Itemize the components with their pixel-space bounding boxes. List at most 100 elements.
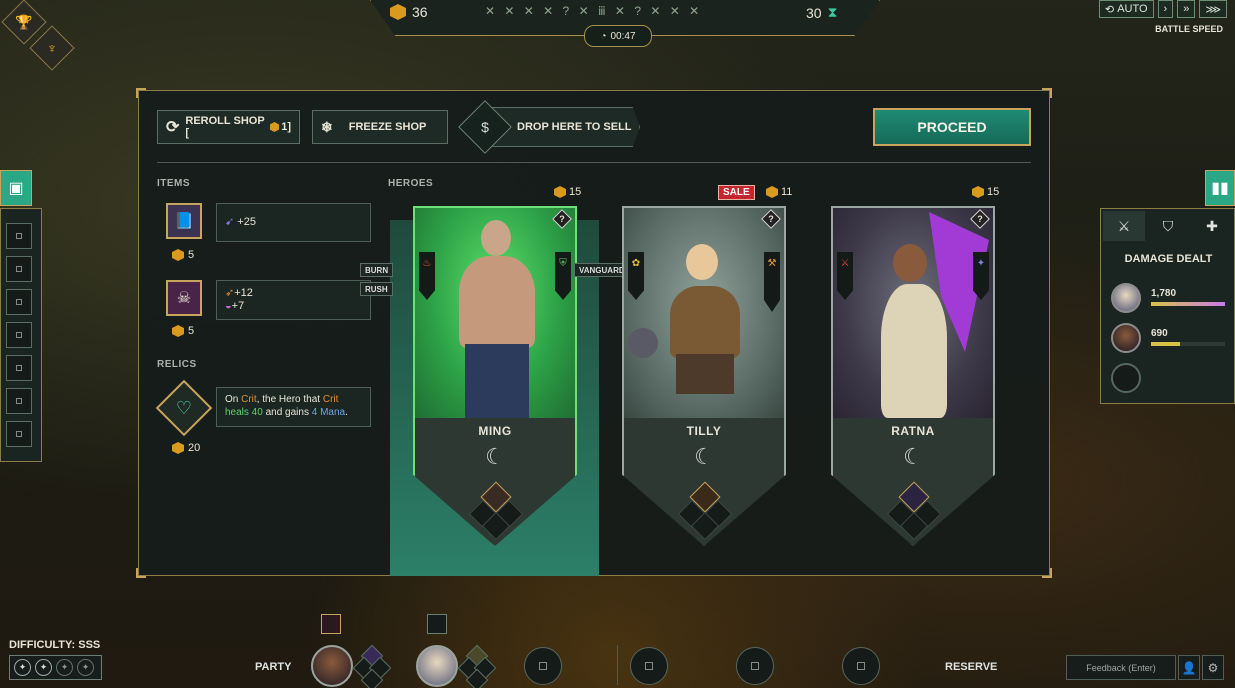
stage-track: ✕ ✕ ✕ ✕ ? ✕ ⅲ ✕ ? ✕ ✕ ✕ xyxy=(485,4,703,18)
auto-button[interactable]: ⟲ AUTO xyxy=(1098,0,1154,18)
inventory-slot[interactable] xyxy=(6,256,32,282)
gear-icon[interactable]: ⚙ xyxy=(1202,655,1224,680)
inventory-slot[interactable] xyxy=(6,322,32,348)
reserve-slot[interactable] xyxy=(630,647,668,685)
relics-heading: RELICS xyxy=(157,359,197,370)
difficulty-icons: ✦ ✦ ✦ ✦ xyxy=(9,655,102,680)
gold-coin-icon xyxy=(269,122,280,132)
hero-weapon xyxy=(628,328,658,358)
burn-banner-icon: ♨ xyxy=(419,252,435,300)
hero-head xyxy=(481,220,511,256)
gold-coin-icon xyxy=(390,4,406,20)
damage-panel: ⚔ ⛉ ✚ DAMAGE DEALT 1,780 690 xyxy=(1100,208,1235,404)
damage-bar xyxy=(1151,302,1225,306)
gold-coin-icon xyxy=(172,249,184,261)
hero-torso xyxy=(670,286,740,358)
inventory-slot[interactable] xyxy=(6,223,32,249)
axe-banner-icon: ⚒ xyxy=(764,252,780,312)
hero-head xyxy=(893,244,927,282)
damage-bar-fill xyxy=(1151,302,1225,306)
damage-title: DAMAGE DEALT xyxy=(1124,253,1213,265)
sword-tab-icon[interactable]: ⚔ xyxy=(1103,211,1145,241)
hero-name: TILLY xyxy=(686,424,722,438)
divider xyxy=(157,162,1031,163)
gold-coin-icon xyxy=(172,442,184,454)
heroes-heading: HEROES xyxy=(388,178,434,189)
hero-portrait xyxy=(624,208,784,418)
hero-name: MING xyxy=(478,424,512,438)
inventory-slot[interactable] xyxy=(6,289,32,315)
party-slot[interactable] xyxy=(524,647,562,685)
gold-coin-icon xyxy=(554,186,566,198)
reserve-label: RESERVE xyxy=(945,661,998,673)
speed-2-button[interactable]: » xyxy=(1177,0,1196,18)
empty-item-badge xyxy=(427,614,447,634)
inventory-slot[interactable] xyxy=(6,421,32,447)
item-badge-icon xyxy=(321,614,341,634)
snowflake-icon: ❄ xyxy=(321,118,333,135)
profile-icon[interactable]: 👤 xyxy=(1178,655,1200,680)
inventory-slot[interactable] xyxy=(6,388,32,414)
crest-icon[interactable]: ♆ xyxy=(29,25,75,71)
hero-pants xyxy=(465,344,529,418)
party-label: PARTY xyxy=(255,661,292,673)
reserve-slot[interactable] xyxy=(842,647,880,685)
hero-skirt xyxy=(676,354,734,394)
hero-head xyxy=(686,244,718,280)
hero-cost: 11 xyxy=(766,186,792,198)
damage-value: 690 xyxy=(1151,328,1168,339)
hourglass-icon: ⧗ xyxy=(827,4,838,20)
avatar xyxy=(1111,323,1141,353)
feedback-button[interactable]: Feedback (Enter) xyxy=(1066,655,1176,680)
reserve-slot[interactable] xyxy=(736,647,774,685)
battle-speed-label: BATTLE SPEED xyxy=(1155,24,1223,34)
inventory-tab-icon[interactable]: ▣ xyxy=(0,170,32,206)
hero-card-ming[interactable]: MING ☾ ? ♨ ⛨ xyxy=(413,206,577,546)
auto-icon: ⟲ xyxy=(1104,3,1118,16)
inventory-slot[interactable] xyxy=(6,355,32,381)
skull-mask-item-icon[interactable]: ☠ xyxy=(166,280,202,316)
panel-corner xyxy=(1042,568,1052,578)
difficulty-icon: ✦ xyxy=(14,659,31,676)
freeze-shop-button[interactable]: ❄ FREEZE SHOP xyxy=(312,110,448,144)
item-description: ➹ +25 xyxy=(216,203,371,242)
spellbook-item-icon[interactable]: 📘 xyxy=(166,203,202,239)
class-crest-icon: ☾ xyxy=(903,444,923,469)
difficulty-label: DIFFICULTY: SSS xyxy=(9,639,101,651)
paw-banner-icon: ✿ xyxy=(628,252,644,300)
speed-3-button[interactable]: ⋙ xyxy=(1199,0,1227,18)
heal-tab-icon[interactable]: ✚ xyxy=(1191,211,1233,241)
vanguard-banner-icon: ⛨ xyxy=(555,252,571,300)
reroll-icon: ⟳ xyxy=(166,119,180,136)
reroll-shop-button[interactable]: ⟳ REROLL SHOP [ 1] xyxy=(157,110,300,144)
panel-corner xyxy=(1042,88,1052,98)
armor-icon: ◒ xyxy=(225,300,232,312)
item-cost: 5 xyxy=(172,325,194,337)
difficulty-icon: ✦ xyxy=(77,659,94,676)
speed-1-button[interactable]: › xyxy=(1157,0,1174,18)
proceed-button[interactable]: PROCEED xyxy=(873,108,1031,146)
party-hero-avatar[interactable] xyxy=(416,645,458,687)
wolf-banner-icon: ✦ xyxy=(973,252,989,300)
hero-portrait xyxy=(833,208,993,418)
shield-tab-icon[interactable]: ⛉ xyxy=(1147,211,1189,241)
claw-banner-icon: ⚔ xyxy=(837,252,853,300)
stats-tab-icon[interactable]: ▮▮ xyxy=(1205,170,1235,206)
relic-description: On Crit, the Hero that Crit heals 40 and… xyxy=(216,387,371,427)
hero-dress xyxy=(881,284,947,418)
avatar xyxy=(1111,283,1141,313)
gold-coin-icon xyxy=(172,325,184,337)
turn-counter: 30 ⧗ xyxy=(806,4,838,21)
party-hero-avatar[interactable] xyxy=(311,645,353,687)
sale-badge: SALE xyxy=(718,185,755,200)
hero-card-tilly[interactable]: TILLY ☾ ? ✿ ⚒ xyxy=(622,206,786,546)
items-heading: ITEMS xyxy=(157,178,191,189)
attack-icon: ➶ xyxy=(225,287,235,299)
damage-bar-fill xyxy=(1151,342,1180,346)
stat-icon: ➹ xyxy=(225,216,235,228)
hero-torso xyxy=(459,256,535,348)
inventory-sidebar xyxy=(0,208,42,462)
gold-coin-icon xyxy=(766,186,778,198)
vanguard-tag: VANGUARD xyxy=(574,263,630,277)
hero-card-ratna[interactable]: RATNA ☾ ? ⚔ ✦ xyxy=(831,206,995,546)
